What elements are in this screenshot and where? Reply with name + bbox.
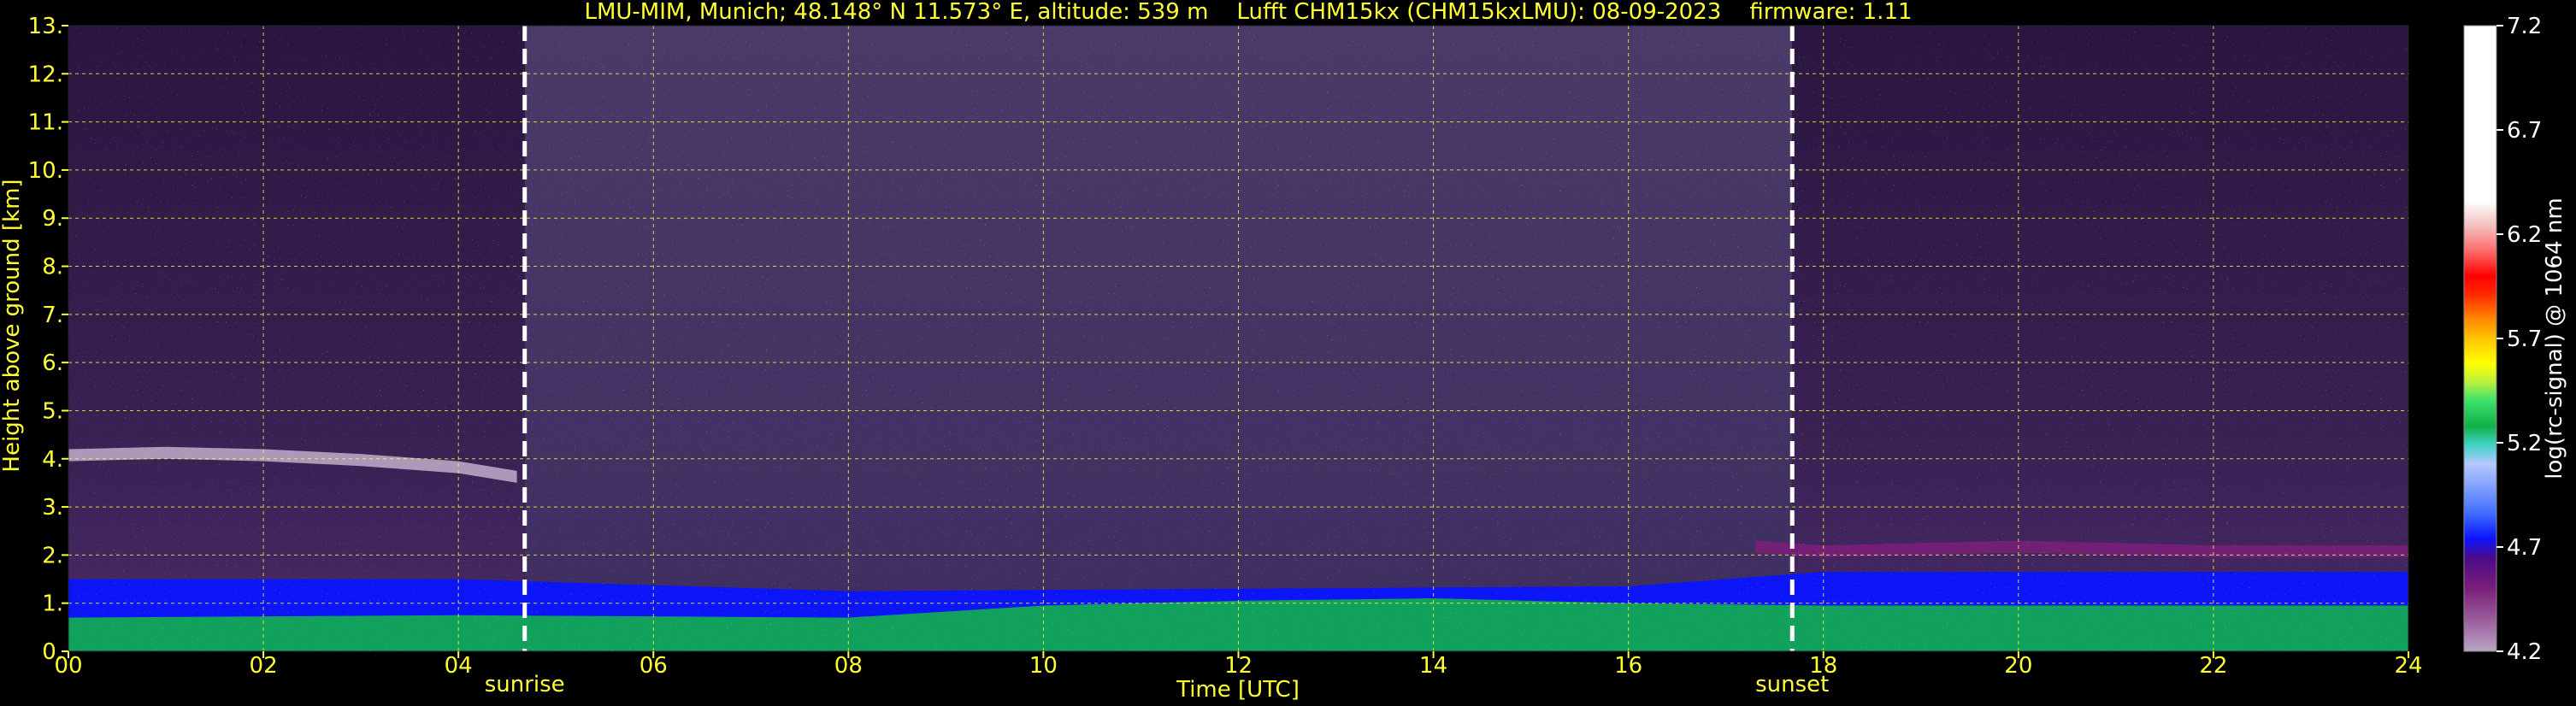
x-tick-label: 24 xyxy=(2394,653,2422,679)
colorbar-tick-label: 5.7 xyxy=(2507,327,2542,352)
colorbar-label: log(rc-signal) @ 1064 nm xyxy=(2542,197,2567,479)
x-tick-label: 10 xyxy=(1029,653,1058,679)
colorbar-tick-label: 4.7 xyxy=(2507,535,2542,561)
colorbar-ticks: 4.2 4.7 5.2 5.7 6.2 6.7 7.2 xyxy=(2496,14,2542,665)
y-tick-label: 10. xyxy=(28,158,63,184)
colorbar: 4.2 4.7 5.2 5.7 6.2 6.7 7.2 log(rc-signal) @ 1… xyxy=(2463,14,2567,665)
plot-area: sunrise sunset xyxy=(68,25,2409,697)
colorbar-tick-label: 6.7 xyxy=(2507,118,2542,144)
y-tick-label: 13. xyxy=(28,14,63,39)
x-tick-label: 16 xyxy=(1614,653,1642,679)
ceilometer-figure: sunrise sunset 00 02 04 06 08 10 12 14 16 18 20 22 24… xyxy=(0,0,2576,706)
x-tick-label: 18 xyxy=(1809,653,1837,679)
colorbar-tick-label: 5.2 xyxy=(2507,431,2542,456)
chart-svg: sunrise sunset 00 02 04 06 08 10 12 14 16 18 20 22 24… xyxy=(0,0,2567,703)
y-axis-label: Height above ground [km] xyxy=(0,179,25,472)
x-tick-label: 14 xyxy=(1419,653,1447,679)
event-label-sunrise: sunrise xyxy=(485,672,565,697)
y-tick-label: 9. xyxy=(42,206,63,232)
x-tick-label: 12 xyxy=(1224,653,1253,679)
colorbar-tick-label: 4.2 xyxy=(2507,639,2542,665)
y-tick-label: 5. xyxy=(42,398,63,424)
chart-title: LMU-MIM, Munich; 48.148° N 11.573° E, al… xyxy=(584,0,1912,25)
y-tick-label: 12. xyxy=(28,62,63,87)
colorbar-gradient xyxy=(2463,25,2497,652)
x-axis-label: Time [UTC] xyxy=(1176,677,1300,703)
y-tick-label: 4. xyxy=(42,447,63,473)
y-tick-label: 6. xyxy=(42,350,63,376)
y-tick-label: 0. xyxy=(42,639,63,665)
x-tick-label: 06 xyxy=(640,653,668,679)
colorbar-tick-label: 7.2 xyxy=(2507,14,2542,39)
y-tick-label: 11. xyxy=(28,110,63,136)
x-tick-label: 04 xyxy=(445,653,473,679)
x-tick-label: 08 xyxy=(834,653,863,679)
y-axis-ticks: 0. 1. 2. 3. 4. 5. 6. 7. 8. 9. 10. 11. 12. 13. xyxy=(28,14,68,665)
colorbar-tick-label: 6.2 xyxy=(2507,222,2542,248)
x-tick-label: 20 xyxy=(2004,653,2032,679)
x-tick-label: 02 xyxy=(250,653,278,679)
x-axis-ticks: 00 02 04 06 08 10 12 14 16 18 20 22 24 xyxy=(54,651,2423,679)
y-tick-label: 7. xyxy=(42,303,63,328)
x-tick-label: 22 xyxy=(2199,653,2227,679)
y-tick-label: 2. xyxy=(42,543,63,568)
y-tick-label: 8. xyxy=(42,255,63,280)
y-tick-label: 1. xyxy=(42,591,63,617)
y-tick-label: 3. xyxy=(42,495,63,521)
signal-noise xyxy=(68,26,2408,651)
